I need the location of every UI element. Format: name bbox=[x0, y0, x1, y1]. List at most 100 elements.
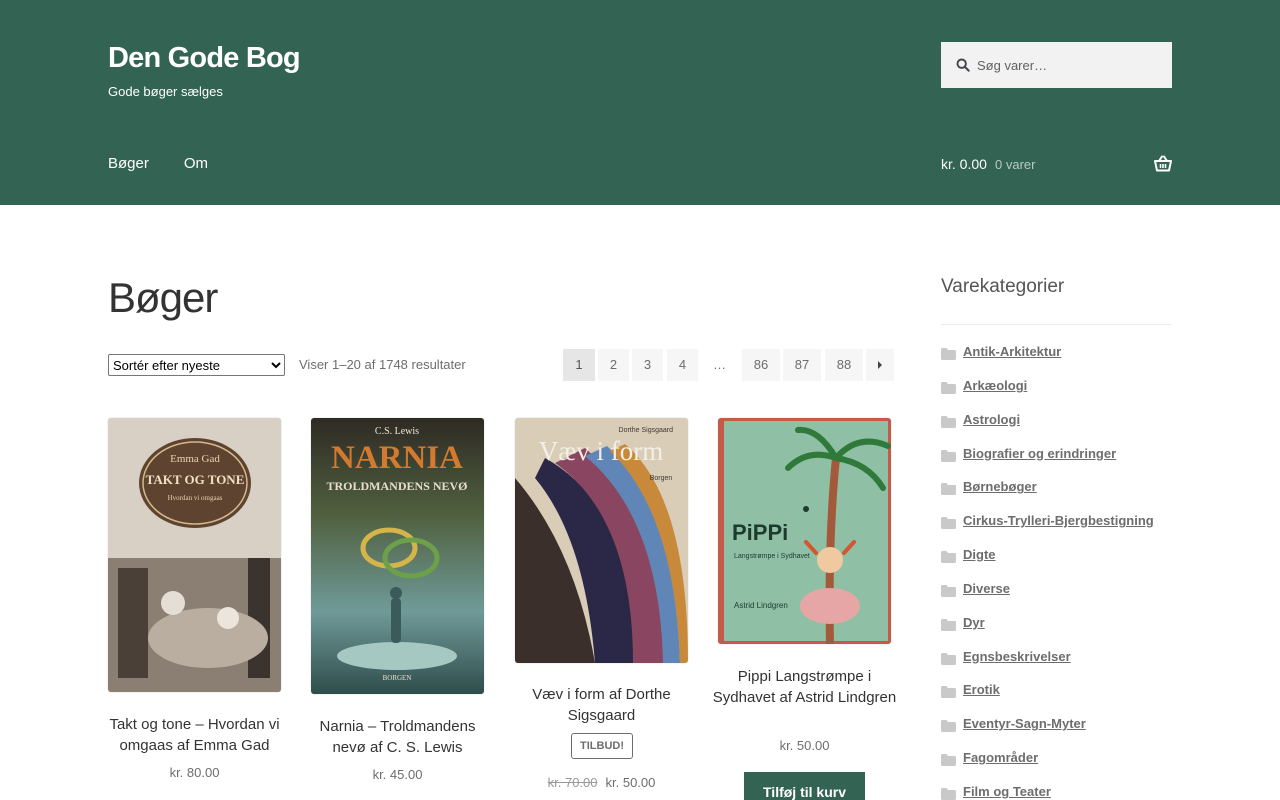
divider bbox=[941, 324, 1172, 325]
old-price: kr. 70.00 bbox=[547, 775, 598, 790]
cart-count[interactable]: 0 varer bbox=[995, 157, 1035, 172]
category-link[interactable]: Egnsbeskrivelser bbox=[963, 649, 1071, 664]
category-list: Antik-Arkitektur Arkæologi Astrologi Bio… bbox=[941, 344, 1172, 800]
product-title[interactable]: Narnia – Troldmandens nevø af C. S. Lewi… bbox=[305, 716, 490, 758]
category-item: Astrologi bbox=[941, 412, 1172, 446]
folder-icon bbox=[941, 551, 956, 564]
folder-icon bbox=[941, 787, 956, 800]
cover-author: Astrid Lindgren bbox=[734, 601, 788, 610]
category-link[interactable]: Dyr bbox=[963, 615, 985, 630]
orderby-select[interactable]: Sortér efter nyeste bbox=[108, 354, 285, 376]
product-title[interactable]: Takt og tone – Hvordan vi omgaas af Emma… bbox=[102, 714, 287, 756]
cover-publisher: Borgen bbox=[650, 475, 673, 482]
category-item: Film og Teater bbox=[941, 784, 1172, 800]
category-item: Eventyr-Sagn-Myter bbox=[941, 716, 1172, 750]
folder-icon bbox=[941, 381, 956, 394]
category-item: Digte bbox=[941, 547, 1172, 581]
folder-icon bbox=[941, 652, 956, 665]
category-link[interactable]: Astrologi bbox=[963, 412, 1020, 427]
category-link[interactable]: Biografier og erindringer bbox=[963, 446, 1116, 461]
product-price: kr. 70.00 kr. 50.00 bbox=[515, 775, 688, 790]
sale-price: kr. 50.00 bbox=[605, 775, 656, 790]
category-item: Arkæologi bbox=[941, 378, 1172, 412]
category-item: Dyr bbox=[941, 615, 1172, 649]
site-header: Den Gode Bog Gode bøger sælges Bøger Om … bbox=[0, 0, 1280, 205]
cover-subtitle: Langstrømpe i Sydhavet bbox=[734, 553, 810, 560]
nav-item-boger[interactable]: Bøger bbox=[108, 155, 149, 172]
site-title[interactable]: Den Gode Bog bbox=[108, 42, 301, 75]
folder-icon bbox=[941, 686, 956, 699]
category-item: Diverse bbox=[941, 581, 1172, 615]
cover-author: C.S. Lewis bbox=[375, 426, 419, 437]
product-title[interactable]: Pippi Langstrømpe i Sydhavet af Astrid L… bbox=[712, 666, 897, 708]
category-item: Antik-Arkitektur bbox=[941, 344, 1172, 378]
category-link[interactable]: Cirkus-Trylleri-Bjergbestigning bbox=[963, 513, 1154, 528]
cover-subtitle: TROLDMANDENS NEVØ bbox=[326, 479, 467, 493]
primary-nav: Bøger Om bbox=[108, 155, 243, 172]
category-item: Erotik bbox=[941, 682, 1172, 716]
page-link[interactable]: 2 bbox=[598, 349, 629, 381]
product-search bbox=[941, 42, 1172, 88]
cover-author: Dorthe Sigsgaard bbox=[619, 427, 674, 434]
folder-icon bbox=[941, 449, 956, 462]
product-price: kr. 50.00 bbox=[779, 738, 830, 753]
site-tagline: Gode bøger sælges bbox=[108, 84, 223, 99]
category-link[interactable]: Fagområder bbox=[963, 750, 1038, 765]
folder-icon bbox=[941, 720, 956, 733]
cart-amount[interactable]: kr. 0.00 bbox=[941, 156, 987, 172]
header-cart[interactable]: kr. 0.00 0 varer bbox=[941, 155, 1172, 176]
cover-title: TAKT OG TONE bbox=[146, 472, 245, 487]
category-link[interactable]: Børnebøger bbox=[963, 479, 1037, 494]
category-link[interactable]: Eventyr-Sagn-Myter bbox=[963, 716, 1086, 731]
next-arrow-icon bbox=[878, 361, 882, 369]
page-link[interactable]: 87 bbox=[783, 349, 821, 381]
sale-badge: TILBUD! bbox=[571, 733, 633, 759]
page-link[interactable]: 88 bbox=[825, 349, 863, 381]
category-item: Cirkus-Trylleri-Bjergbestigning bbox=[941, 513, 1172, 547]
product-price: kr. 45.00 bbox=[372, 767, 423, 782]
product-image[interactable]: C.S. Lewis NARNIA TROLDMANDENS NEVØ BORG… bbox=[311, 418, 484, 694]
cover-author: Emma Gad bbox=[170, 453, 220, 465]
product-image[interactable]: Dorthe Sigsgaard Væv i form Borgen bbox=[515, 418, 688, 663]
category-item: Egnsbeskrivelser bbox=[941, 649, 1172, 683]
category-link[interactable]: Film og Teater bbox=[963, 784, 1051, 799]
page-ellipsis: … bbox=[713, 357, 726, 372]
result-count: Viser 1–20 af 1748 resultater bbox=[299, 357, 466, 372]
category-link[interactable]: Diverse bbox=[963, 581, 1010, 596]
category-link[interactable]: Erotik bbox=[963, 682, 1000, 697]
folder-icon bbox=[941, 754, 956, 767]
folder-icon bbox=[941, 483, 956, 496]
folder-icon bbox=[941, 348, 956, 360]
search-input[interactable] bbox=[977, 57, 1157, 73]
basket-icon[interactable] bbox=[1154, 155, 1172, 172]
folder-icon bbox=[941, 584, 956, 597]
category-link[interactable]: Arkæologi bbox=[963, 378, 1027, 393]
category-link[interactable]: Digte bbox=[963, 547, 996, 562]
cover-publisher: BORGEN bbox=[383, 674, 412, 682]
page-title: Bøger bbox=[108, 274, 218, 321]
cover-title: Væv i form bbox=[539, 436, 664, 466]
product-image[interactable]: Emma Gad TAKT OG TONE Hvordan vi omgaas bbox=[108, 418, 281, 692]
search-icon bbox=[956, 58, 970, 72]
category-item: Børnebøger bbox=[941, 479, 1172, 513]
folder-icon bbox=[941, 517, 956, 530]
page-link[interactable]: 3 bbox=[632, 349, 663, 381]
product-price: kr. 80.00 bbox=[169, 765, 220, 780]
cover-title: PiPPi bbox=[732, 520, 788, 545]
category-link[interactable]: Antik-Arkitektur bbox=[963, 344, 1061, 359]
widget-title: Varekategorier bbox=[941, 276, 1065, 297]
page-link[interactable]: 86 bbox=[742, 349, 780, 381]
product-image[interactable]: PiPPi Langstrømpe i Sydhavet Astrid Lind… bbox=[718, 418, 891, 644]
cover-subtitle: Hvordan vi omgaas bbox=[168, 494, 223, 502]
folder-icon bbox=[941, 618, 956, 631]
folder-icon bbox=[941, 415, 956, 428]
page-link[interactable]: 4 bbox=[667, 349, 698, 381]
cover-title: NARNIA bbox=[331, 440, 463, 476]
add-to-cart-button[interactable]: Tilføj til kurv bbox=[744, 772, 865, 800]
next-page-button[interactable] bbox=[866, 349, 894, 381]
page-current: 1 bbox=[563, 349, 595, 381]
category-item: Biografier og erindringer bbox=[941, 446, 1172, 480]
product-title[interactable]: Væv i form af Dorthe Sigsgaard bbox=[509, 684, 694, 726]
nav-item-om[interactable]: Om bbox=[184, 155, 208, 172]
category-item: Fagområder bbox=[941, 750, 1172, 784]
